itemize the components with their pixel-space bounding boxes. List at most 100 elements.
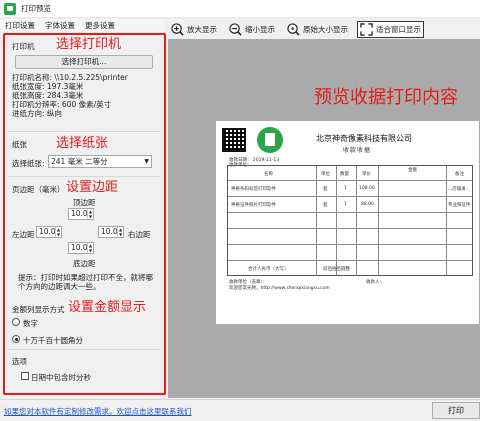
left-margin-label: 左边距 [12, 230, 35, 239]
divider [8, 131, 160, 132]
col-amount: 金额 [408, 168, 417, 173]
receipt-table: 名称 单位 数量 单价 金额 备注 神奇条码标签打印软件 套 1 108.00 … [227, 165, 473, 276]
printer-resolution: 打印机分辨率: 600 像素/英寸 [12, 100, 112, 109]
receipt-welcome: 欢迎您常光顾，http://www.shenqixiangsu.com [229, 286, 330, 291]
row2-qty: 1 [344, 202, 347, 207]
zoom-out-icon [229, 22, 242, 36]
table-rule [316, 166, 317, 275]
original-size-button[interactable]: 原始大小显示 [284, 21, 351, 38]
margins-hint: 提示：打印时如果超过打印不全，就将哪个方向的边距调大一些。 [18, 273, 153, 291]
top-margin-label: 顶边距 [73, 198, 96, 207]
row2-unit: 套 [323, 203, 328, 208]
fit-window-button[interactable]: 适合窗口显示 [357, 20, 424, 38]
amount-digits-radio[interactable] [12, 335, 20, 343]
printer-name: 打印机名称: \\10.2.5.225\printer [12, 73, 128, 82]
row1-note: ...店铺发... [448, 187, 471, 192]
printer-section-title: 打印机 [12, 42, 35, 51]
original-size-icon [287, 22, 300, 36]
paper-annotation: 选择纸张 [56, 136, 109, 151]
preview-toolbar: 放大显示 缩小显示 原始大小显示 适合窗口显示 [168, 19, 480, 39]
menu-print-settings[interactable]: 打印设置 [5, 20, 35, 31]
table-rule [446, 166, 447, 275]
col-note: 备注 [455, 172, 464, 177]
row1-qty: 1 [344, 186, 347, 191]
divider [8, 349, 160, 350]
table-rule [228, 180, 472, 181]
receipt-handler: 收款人： [366, 280, 384, 285]
amount-annotation: 设置金额显示 [68, 300, 147, 315]
col-price: 单价 [362, 172, 371, 177]
status-bar: 如果您对本软件有定制修改需求，欢迎点击这里联系我们 打印 [0, 399, 480, 421]
options-section-title: 选项 [12, 357, 27, 366]
total-value: 贰佰拾佰圆整 [323, 267, 350, 272]
settings-panel: 打印机 选择打印机 选择打印机... 打印机名称: \\10.2.5.225\p… [0, 33, 167, 398]
table-rule [378, 166, 379, 275]
date-time-checkbox[interactable] [21, 372, 29, 380]
zoom-in-button[interactable]: 放大显示 [168, 21, 220, 38]
paper-width: 纸张宽度: 197.3毫米 [12, 82, 84, 91]
col-qty: 数量 [340, 172, 349, 177]
contact-link[interactable]: 如果您对本软件有定制修改需求，欢迎点击这里联系我们 [4, 406, 192, 417]
zoom-out-label: 缩小显示 [245, 24, 275, 34]
col-unit: 单位 [321, 172, 330, 177]
spinner-icon[interactable]: ▲ ▼ [117, 227, 123, 237]
window-title: 打印预览 [21, 4, 51, 13]
margins-section-title: 页边距（毫米） [12, 185, 65, 194]
menu-font-settings[interactable]: 字体设置 [45, 20, 75, 31]
receipt-page: 北京神奇像素科技有限公司 收款收据 收款日期： 2019-11-13 收款单位：… [216, 121, 479, 324]
table-rule [228, 260, 472, 261]
zoom-in-label: 放大显示 [187, 24, 217, 34]
row1-price: 108.00 [359, 186, 375, 191]
bottom-margin-label: 底边距 [73, 259, 96, 268]
margins-annotation: 设置边距 [66, 180, 119, 195]
right-margin-input[interactable]: 10.0 ▲ ▼ [98, 226, 124, 238]
table-rule [356, 166, 357, 275]
spinner-icon[interactable]: ▲ ▼ [55, 227, 61, 237]
spinner-icon[interactable]: ▲ ▼ [87, 243, 93, 253]
top-margin-input[interactable]: 10.0 ▲ ▼ [68, 208, 94, 220]
spinner-icon[interactable]: ▲ ▼ [87, 209, 93, 219]
amount-digits-label: 十万千百十圆角分 [23, 336, 83, 345]
paper-height: 纸张高度: 284.3毫米 [12, 91, 84, 100]
paper-orientation: 进纸方向: 纵向 [12, 109, 62, 118]
original-size-label: 原始大小显示 [303, 24, 348, 34]
menu-bar: 打印设置 字体设置 更多设置 [0, 19, 165, 32]
printer-annotation: 选择打印机 [56, 37, 122, 52]
amount-number-radio[interactable] [12, 318, 20, 326]
paper-select-value: 241 毫米 二等分 [51, 157, 108, 166]
print-button[interactable]: 打印 [432, 402, 480, 419]
company-name: 北京神奇像素科技有限公司 [316, 134, 412, 143]
row2-price: 88.00 [361, 202, 374, 207]
right-margin-label: 右边距 [128, 230, 151, 239]
table-rule [336, 166, 337, 275]
paper-select[interactable]: 241 毫米 二等分 ▼ [48, 155, 152, 168]
row1-unit: 套 [323, 187, 328, 192]
amount-section-title: 金额列显示方式 [12, 305, 65, 314]
table-rule [228, 212, 472, 213]
fit-window-icon [360, 22, 373, 36]
row2-name: 神奇证件照片打印软件 [231, 203, 276, 208]
row1-name: 神奇条码标签打印软件 [231, 187, 276, 192]
left-margin-input[interactable]: 10.0 ▲ ▼ [36, 226, 62, 238]
row2-note: 专业照证件 [448, 203, 471, 208]
table-rule [228, 228, 472, 229]
divider [8, 176, 160, 177]
app-icon [4, 2, 16, 15]
table-rule [228, 196, 472, 197]
total-label: 合计人民币（大写） [248, 267, 289, 272]
paper-select-label: 选择纸张: [12, 159, 45, 168]
col-name: 名称 [264, 172, 273, 177]
app-logo-icon [257, 127, 283, 153]
zoom-in-icon [171, 22, 184, 36]
paper-section-title: 纸张 [12, 140, 27, 149]
qr-code-icon [222, 128, 246, 152]
amount-number-label: 数字 [23, 319, 38, 328]
print-preview-area: 预览收据打印内容 北京神奇像素科技有限公司 收款收据 收款日期： 2019-11… [168, 39, 480, 398]
title-bar: 打印预览 [0, 0, 480, 18]
menu-more-settings[interactable]: 更多设置 [85, 20, 115, 31]
zoom-out-button[interactable]: 缩小显示 [226, 21, 278, 38]
preview-annotation: 预览收据打印内容 [314, 87, 458, 108]
select-printer-button[interactable]: 选择打印机... [15, 55, 153, 69]
fit-window-label: 适合窗口显示 [376, 24, 421, 34]
bottom-margin-input[interactable]: 10.0 ▲ ▼ [68, 242, 94, 254]
